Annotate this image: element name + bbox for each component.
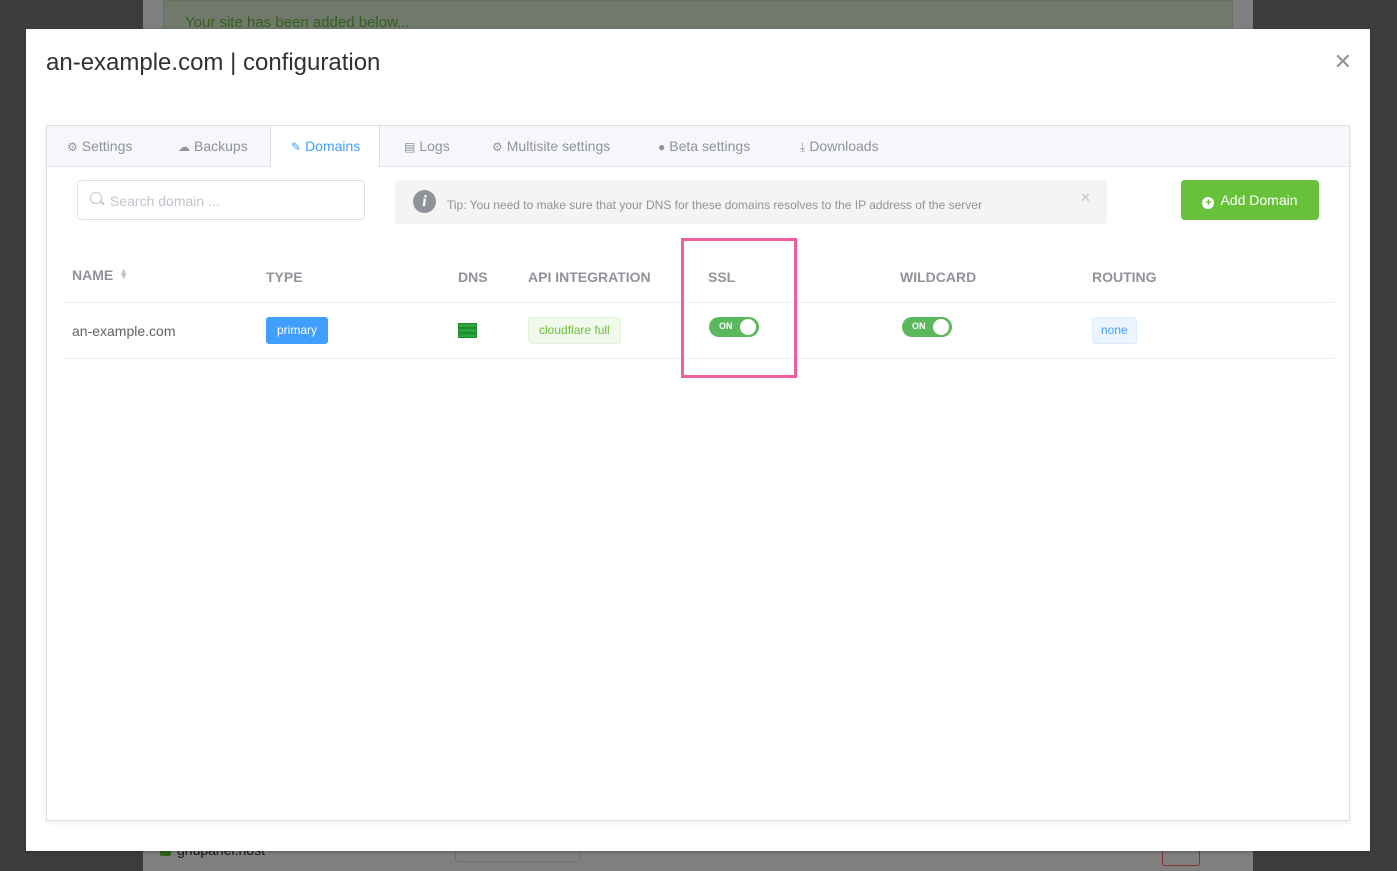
column-header-wildcard: WILDCARD bbox=[900, 269, 977, 285]
search-icon bbox=[90, 192, 102, 204]
tab-label: Downloads bbox=[809, 138, 879, 154]
column-header-api-integration: API INTEGRATION bbox=[528, 269, 651, 285]
routing-tag[interactable]: none bbox=[1092, 317, 1137, 344]
sort-icon[interactable]: ▲ ▼ bbox=[119, 267, 128, 281]
wildcard-toggle-label: ON bbox=[912, 321, 926, 331]
domains-table: NAME ▲ ▼ TYPE DNS API INTEGRATION SSL WILD… bbox=[62, 252, 1334, 359]
tab-multisite-settings[interactable]: ⚙ Multisite settings bbox=[492, 126, 610, 166]
ssl-toggle-label: ON bbox=[719, 321, 733, 331]
tab-downloads[interactable]: ⤓ Downloads bbox=[800, 126, 879, 166]
domain-name: an-example.com bbox=[72, 322, 176, 339]
toggle-knob bbox=[740, 319, 756, 335]
close-icon[interactable]: ✕ bbox=[1334, 51, 1352, 73]
cell-type: primary bbox=[266, 303, 329, 358]
config-tabs: ⚙ Settings ☁ Backups ✎ Domains ▤ Logs ⚙ Multi… bbox=[46, 125, 1350, 821]
ssl-toggle[interactable]: ON bbox=[709, 317, 759, 337]
tip-text: Tip: You need to make sure that your DNS… bbox=[447, 198, 982, 212]
tab-label: Backups bbox=[194, 138, 248, 154]
document-icon: ▤ bbox=[404, 140, 416, 154]
info-icon: i bbox=[413, 190, 436, 213]
tab-backups[interactable]: ☁ Backups bbox=[178, 126, 248, 166]
tab-beta-settings[interactable]: ● Beta settings bbox=[658, 126, 750, 166]
toggle-knob bbox=[933, 319, 949, 335]
download-icon: ⤓ bbox=[800, 140, 806, 154]
tab-logs[interactable]: ▤ Logs bbox=[404, 126, 450, 166]
tab-label: Settings bbox=[81, 138, 133, 154]
close-icon[interactable]: ✕ bbox=[1080, 190, 1091, 206]
wildcard-toggle[interactable]: ON bbox=[902, 317, 952, 337]
column-header-name[interactable]: NAME ▲ ▼ bbox=[72, 267, 128, 284]
tab-label: Domains bbox=[305, 138, 361, 154]
cell-ssl: ON bbox=[709, 303, 759, 358]
edit-icon: ✎ bbox=[291, 140, 302, 154]
add-domain-button[interactable]: + Add Domain bbox=[1181, 180, 1319, 220]
tab-label: Logs bbox=[419, 138, 450, 154]
tab-label: Multisite settings bbox=[506, 138, 611, 154]
table-header: NAME ▲ ▼ TYPE DNS API INTEGRATION SSL WILD… bbox=[62, 252, 1334, 303]
gear-icon: ⚙ bbox=[492, 140, 503, 154]
cell-name: an-example.com bbox=[72, 303, 176, 358]
column-header-routing: ROUTING bbox=[1092, 269, 1157, 285]
cell-api-integration: cloudflare full bbox=[528, 303, 621, 358]
table-row: an-example.com primary cloudflare full O… bbox=[62, 303, 1334, 359]
cloud-icon: ☁ bbox=[178, 140, 190, 154]
plus-circle-icon: + bbox=[1202, 196, 1215, 209]
dns-tip-alert: i Tip: You need to make sure that your D… bbox=[395, 180, 1107, 224]
add-domain-label: Add Domain bbox=[1220, 191, 1298, 208]
column-header-ssl: SSL bbox=[708, 269, 736, 285]
search-input[interactable] bbox=[108, 181, 352, 221]
configuration-dialog: an-example.com | configuration ✕ ⚙ Settin… bbox=[26, 29, 1370, 851]
gear-icon: ⚙ bbox=[67, 140, 78, 154]
tab-settings[interactable]: ⚙ Settings bbox=[67, 126, 132, 166]
column-header-type: TYPE bbox=[266, 269, 303, 285]
alert-icon: ● bbox=[658, 140, 666, 154]
tab-domains[interactable]: ✎ Domains bbox=[270, 126, 381, 167]
cell-wildcard: ON bbox=[902, 303, 952, 358]
cell-dns bbox=[458, 303, 477, 358]
server-icon[interactable] bbox=[458, 323, 477, 338]
search-domain-field[interactable] bbox=[77, 180, 365, 221]
api-integration-tag: cloudflare full bbox=[528, 317, 621, 344]
type-tag: primary bbox=[266, 317, 329, 344]
dialog-title: an-example.com | configuration bbox=[46, 49, 381, 76]
tab-label: Beta settings bbox=[669, 138, 751, 154]
cell-routing: none bbox=[1092, 303, 1137, 358]
column-header-dns: DNS bbox=[458, 269, 488, 285]
tabs-header: ⚙ Settings ☁ Backups ✎ Domains ▤ Logs ⚙ Multi… bbox=[47, 126, 1349, 167]
